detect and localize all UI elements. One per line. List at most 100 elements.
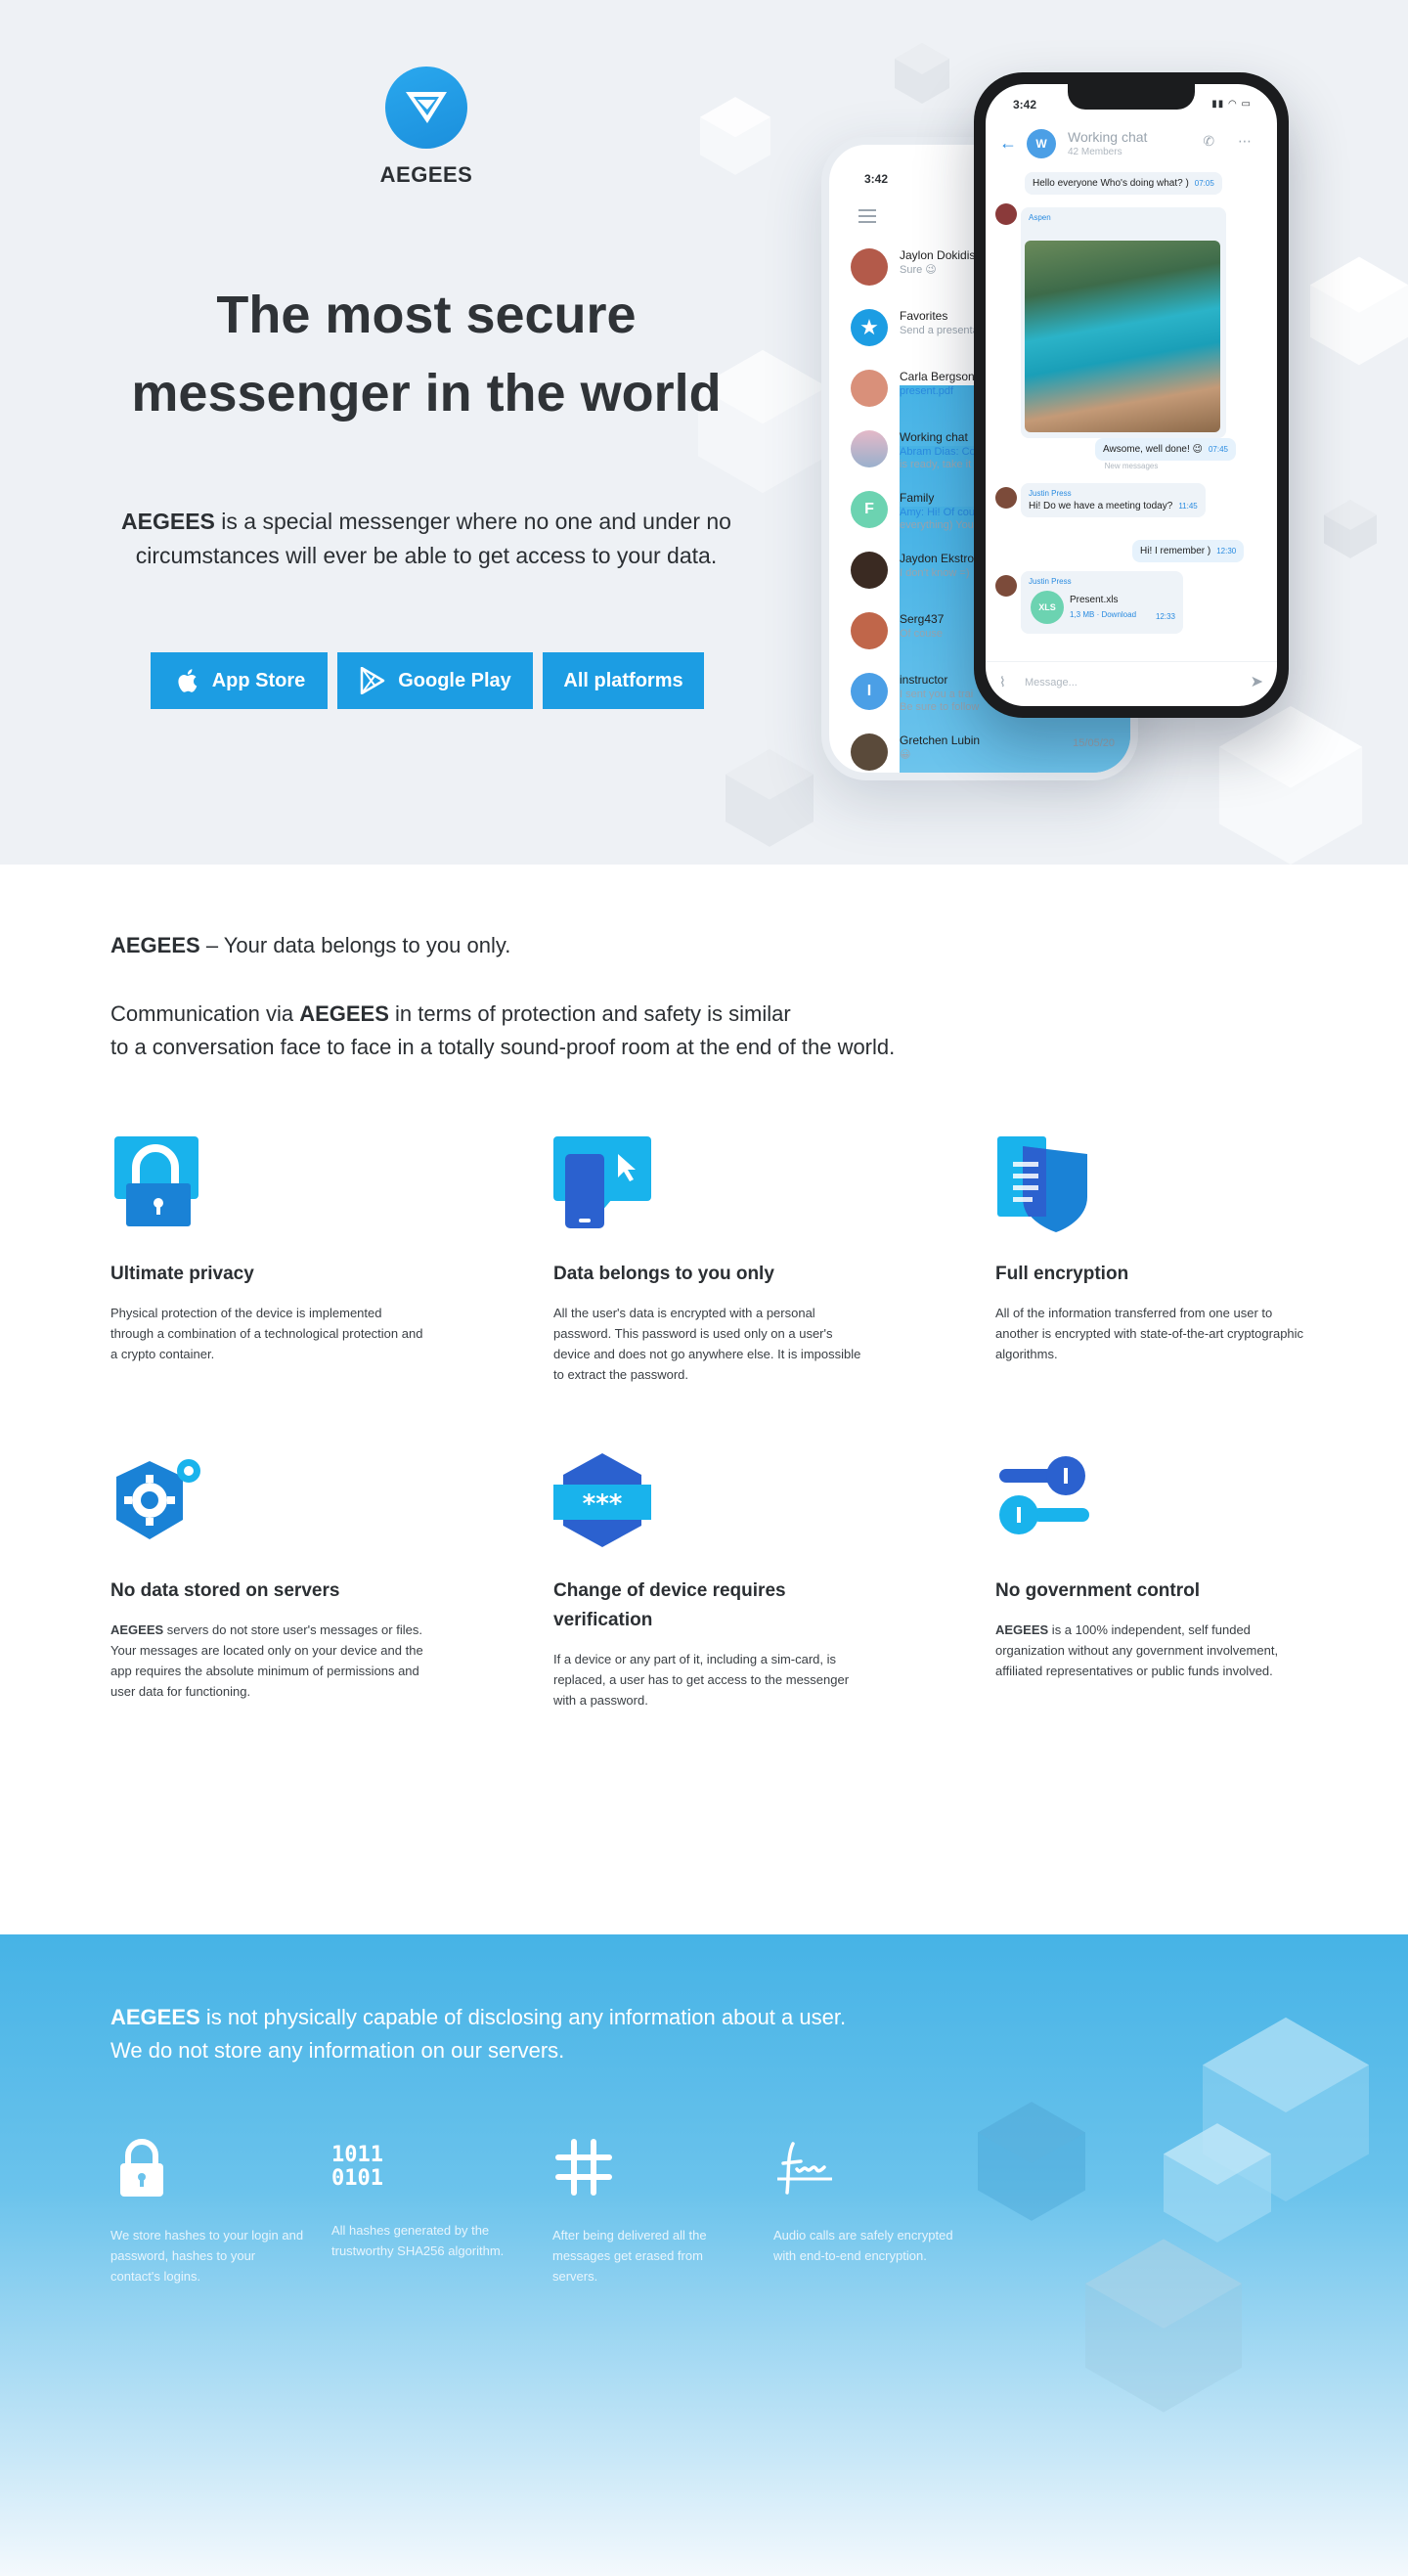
feature-device-verification: *** Change of device requires verificatio… [553,1451,876,1745]
chat-avatar: W [1027,129,1056,158]
feature-text: All the user's data is encrypted with a … [553,1306,861,1382]
device-icon [553,1136,651,1228]
binary-line2: 0101 [331,2166,383,2191]
new-messages-divider: New messages [1104,462,1159,470]
brand-name: AEGEES [379,162,473,187]
chat-title: Working chat [1068,129,1148,145]
google-play-button[interactable]: Google Play [337,652,533,709]
app-store-label: App Store [211,669,306,691]
feature-brand: AEGEES [995,1622,1049,1637]
security-item: Audio calls are safely encrypted with en… [773,2136,969,2266]
message-bubble: Hi! I remember ) 12:30 [1132,540,1245,562]
security-item: 1011 0101 All hashes generated by the tru… [331,2136,527,2261]
feature-text: If a device or any part of it, including… [553,1652,850,1708]
hash-icon [555,2139,612,2196]
attach-icon[interactable]: ⌇ [999,674,1006,690]
avatar [851,248,888,286]
app-store-button[interactable]: App Store [151,652,328,709]
call-icon[interactable]: ✆ ⋯ [1203,133,1261,150]
file-meta: 1,3 MB · Download [1070,610,1137,619]
cube-decoration [700,97,770,175]
intro-line1: AEGEES – Your data belongs to you only. [110,933,510,958]
security-item: We store hashes to your login and passwo… [110,2136,306,2287]
message-time: 11:45 [1178,502,1198,511]
binary-icon: 1011 0101 [331,2136,394,2198]
feature-brand: AEGEES [110,1622,164,1637]
message-image[interactable] [1025,241,1220,432]
cube-decoration [978,2102,1085,2221]
brand-logo[interactable]: AEGEES [377,67,475,188]
chat-preview: Of couse [900,628,944,640]
gear-icon [116,1459,200,1539]
hero-title-line1: The most secure [216,286,637,344]
menu-icon[interactable] [858,209,876,227]
cube-decoration [1324,500,1377,558]
sender-name: Justin Press [1029,489,1072,498]
message-time: 07:05 [1194,179,1214,188]
message-input[interactable]: Message... [1025,677,1078,688]
message-text: Awsome, well done! 😉 [1103,444,1203,455]
security-text: is not physically capable of disclosing … [199,2005,847,2029]
chat-name: Serg437 [900,612,945,626]
security-item-text: All hashes generated by the trustworthy … [331,2223,505,2258]
message-text: Hello everyone Who's doing what? ) [1033,178,1189,189]
intro-text: in terms of protection and safety is sim… [388,1001,791,1026]
google-play-icon [359,667,386,694]
phone-screen: 3:42 ▮▮ ◠ ▭ ← W Working chat 42 Members … [986,84,1277,706]
feature-text: AEGEES servers do not store user's messa… [110,1620,423,1702]
message-bubble: Awsome, well done! 😉 07:45 [1095,438,1236,461]
security-brand: AEGEES [110,2005,200,2029]
xls-file-icon: XLS [1031,591,1064,624]
message-time: 12:30 [1216,547,1237,555]
sender-name: Aspen [1029,213,1051,222]
google-play-label: Google Play [398,669,511,691]
shield-document-icon [997,1136,1087,1232]
all-platforms-button[interactable]: All platforms [543,652,704,709]
cube-decoration [1085,2239,1242,2413]
message-text: Hi! I remember ) [1140,546,1211,556]
security-section: AEGEES is not physically capable of disc… [0,1934,1408,2576]
feature-title: Ultimate privacy [110,1264,254,1284]
cube-decoration [895,43,949,104]
padlock-icon [120,2139,163,2197]
cube-decoration [1310,256,1408,366]
message-time: 12:33 [1155,612,1175,621]
chat-preview: Send a presentati [900,325,985,336]
chat-preview-line2: everything) You [900,519,974,531]
security-item-text: After being delivered all the messages g… [552,2228,707,2284]
intro-text: to a conversation face to face in a tota… [110,1035,896,1059]
back-arrow-icon[interactable]: ← [999,133,1017,154]
security-statement: AEGEES is not physically capable of disc… [110,2001,990,2067]
feature-title-line1: Change of device requires [553,1580,786,1601]
chat-name: Working chat [900,430,968,444]
intro-paragraph: Communication via AEGEES in terms of pro… [110,998,990,1064]
chat-name: instructor [900,673,948,687]
intro-brand: AEGEES [110,933,200,957]
cube-decoration [726,749,814,847]
hero-description: AEGEES is a special messenger where no o… [98,505,755,573]
hero-title-line2: messenger in the world [131,364,722,422]
avatar [851,370,888,407]
chat-preview: 😀 [900,749,911,761]
hero-desc-line1: is a special messenger where no one and … [214,509,731,534]
svg-text:***: *** [583,1489,623,1519]
security-item-text: Audio calls are safely encrypted with en… [773,2228,953,2263]
avatar [995,203,1017,225]
avatar: F [851,491,888,528]
feature-ultimate-privacy: Ultimate privacy Physical protection of … [110,1134,433,1408]
chat-name: Gretchen Lubin [900,733,981,747]
security-item-text: We store hashes to your login and passwo… [110,2228,304,2284]
hero-section: AEGEES The most secure messenger in the … [0,0,1408,865]
sender-name: Justin Press [1029,577,1072,586]
feature-title-line2: verification [553,1610,653,1630]
file-message[interactable]: Justin Press XLS Present.xls 1,3 MB · Do… [1021,571,1183,634]
chat-preview: I don't know =) [900,567,970,579]
message-bubble: Justin Press Hi! Do we have a meeting tod… [1021,483,1206,517]
chat-time: 15/05/20 [1073,737,1115,749]
feature-title: Data belongs to you only [553,1264,774,1284]
chat-preview-line2: Be sure to follow [900,701,980,713]
feature-no-government: No government control AEGEES is a 100% i… [995,1451,1318,1745]
send-icon[interactable]: ➤ [1251,672,1263,691]
chat-list-item[interactable]: Gretchen Lubin 😀 15/05/20 [851,724,1130,773]
feature-no-data-stored: No data stored on servers AEGEES servers… [110,1451,433,1745]
